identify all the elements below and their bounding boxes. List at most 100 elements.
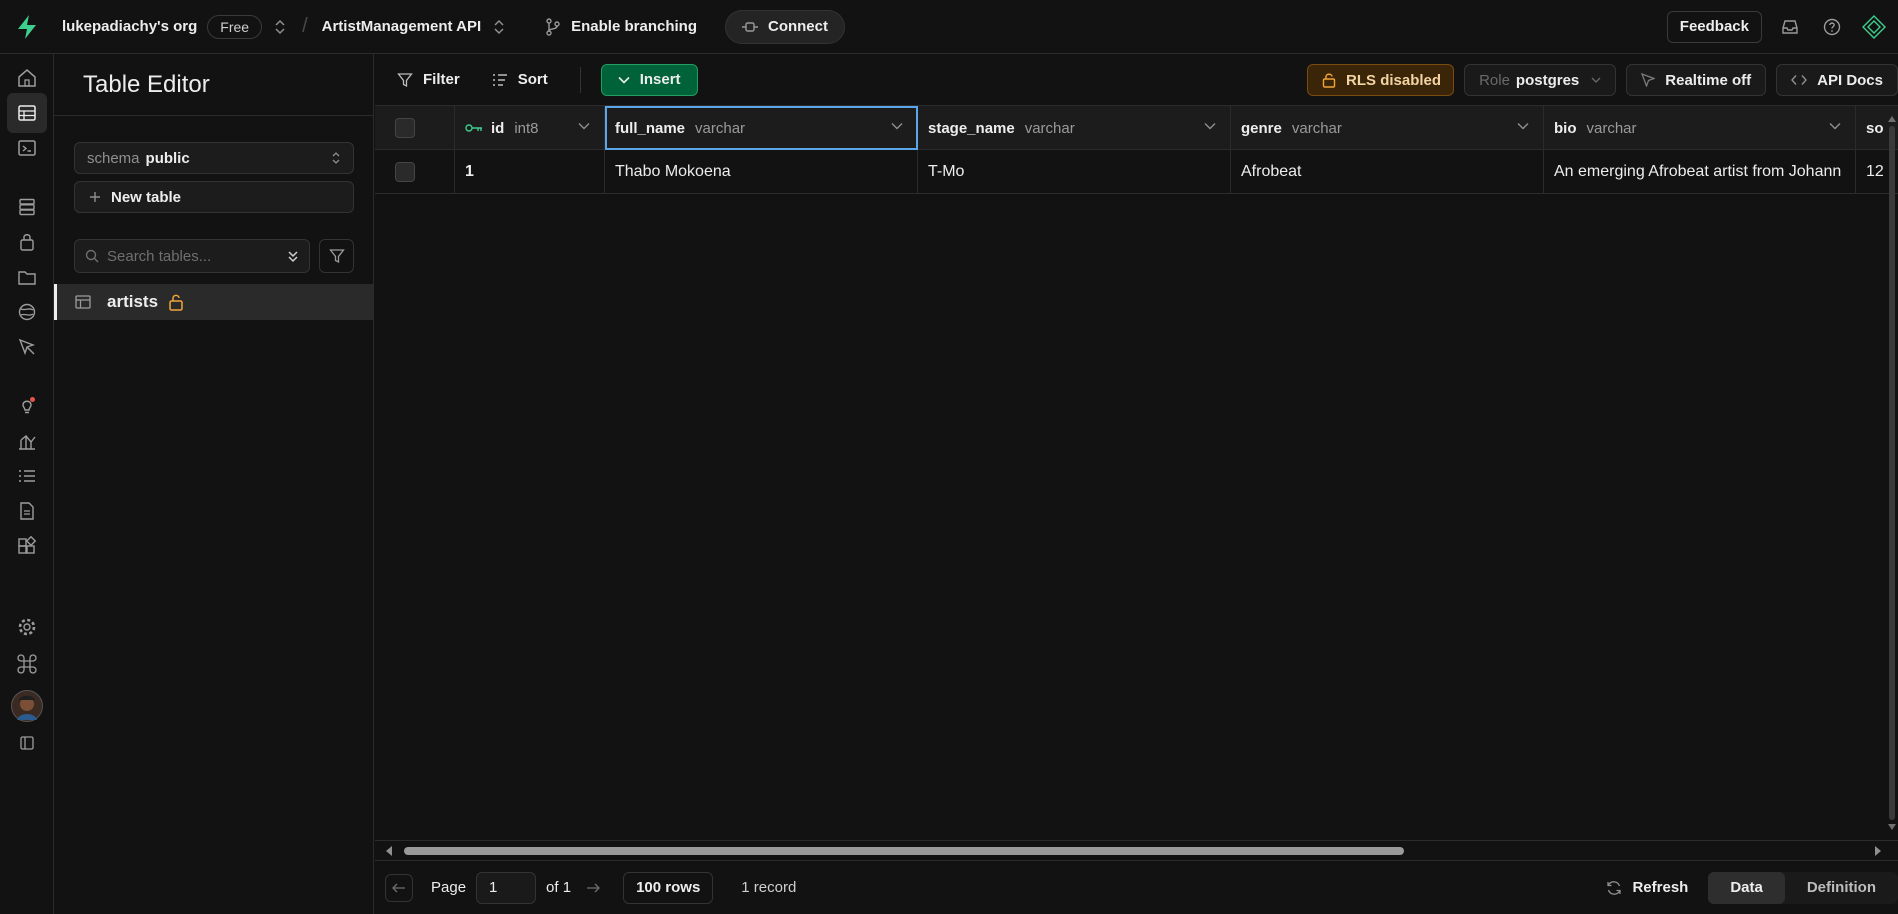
code-brackets-icon	[1791, 74, 1808, 86]
unlocked-icon	[168, 293, 184, 311]
new-table-button[interactable]: New table	[74, 181, 354, 213]
nav-rail	[0, 54, 54, 914]
feedback-button[interactable]: Feedback	[1666, 10, 1762, 43]
unlocked-icon	[1322, 72, 1336, 88]
page-number-input[interactable]: 1	[476, 871, 537, 904]
role-label: Role	[1479, 71, 1510, 89]
top-bar: lukepadiachy's org Free / ArtistManageme…	[0, 0, 1898, 54]
select-all-checkbox[interactable]	[395, 118, 415, 138]
column-header-bio[interactable]: bio varchar	[1544, 106, 1856, 150]
enable-branching-label: Enable branching	[571, 18, 697, 35]
search-tables-input[interactable]	[107, 247, 257, 265]
filter-button[interactable]: Filter	[397, 71, 460, 88]
table-view: Filter Sort Insert RLS disabled Role pos…	[375, 54, 1898, 914]
user-menu-icon[interactable]	[1860, 13, 1888, 41]
cell-stage-name[interactable]: T-Mo	[918, 150, 1231, 194]
chevron-down-icon[interactable]	[1517, 122, 1529, 130]
chevron-down-icon	[1591, 77, 1601, 83]
breadcrumb-separator: /	[302, 15, 308, 37]
arrow-left-icon	[392, 883, 406, 893]
column-type: int8	[514, 119, 539, 137]
row-checkbox[interactable]	[395, 162, 415, 182]
column-header-id[interactable]: id int8	[455, 106, 605, 150]
new-table-label: New table	[111, 188, 182, 206]
search-icon	[85, 249, 99, 263]
reports-icon[interactable]	[7, 421, 47, 461]
table-toolbar: Filter Sort Insert RLS disabled Role pos…	[375, 54, 1898, 106]
schema-label: schema	[87, 149, 140, 167]
column-header-stage-name[interactable]: stage_name varchar	[918, 106, 1231, 150]
cell-genre[interactable]: Afrobeat	[1231, 150, 1544, 194]
connect-button[interactable]: Connect	[724, 9, 845, 44]
chevron-down-icon[interactable]	[1204, 122, 1216, 130]
previous-page-button[interactable]	[385, 873, 413, 902]
api-docs-button[interactable]: API Docs	[1776, 64, 1898, 96]
api-docs-icon[interactable]	[7, 491, 47, 531]
help-icon[interactable]	[1818, 13, 1846, 41]
integrations-icon[interactable]	[7, 526, 47, 566]
home-icon[interactable]	[7, 58, 47, 98]
grid-header-row: id int8 full_name varchar stage_name var…	[375, 106, 1898, 150]
collapse-sidebar-icon[interactable]	[7, 723, 47, 763]
inbox-icon[interactable]	[1776, 13, 1804, 41]
column-type: varchar	[695, 119, 746, 137]
refresh-button[interactable]: Refresh	[1606, 879, 1688, 896]
database-icon[interactable]	[7, 187, 47, 227]
rls-disabled-button[interactable]: RLS disabled	[1307, 64, 1455, 96]
enable-branching-button[interactable]: Enable branching	[545, 17, 697, 36]
schema-selector[interactable]: schema public	[74, 142, 354, 174]
chevron-down-icon[interactable]	[1829, 122, 1841, 130]
cell-bio[interactable]: An emerging Afrobeat artist from Johann	[1544, 150, 1856, 194]
scroll-right-icon[interactable]	[1872, 845, 1884, 857]
record-count: 1 record	[741, 879, 797, 896]
command-menu-icon[interactable]	[7, 644, 47, 684]
avatar[interactable]	[7, 686, 47, 726]
connect-label: Connect	[767, 18, 828, 35]
horizontal-scrollbar[interactable]	[375, 840, 1898, 860]
filter-label: Filter	[423, 71, 460, 88]
logs-icon[interactable]	[7, 456, 47, 496]
vertical-scrollbar[interactable]	[1886, 106, 1898, 840]
table-filter-button[interactable]	[319, 239, 354, 273]
edge-functions-icon[interactable]	[7, 327, 47, 367]
column-name: genre	[1241, 119, 1282, 137]
project-name[interactable]: ArtistManagement API	[322, 18, 481, 35]
sort-button[interactable]: Sort	[492, 71, 548, 88]
table-name: artists	[107, 292, 159, 311]
insert-button[interactable]: Insert	[600, 63, 698, 96]
rows-per-page-selector[interactable]: 100 rows	[623, 871, 714, 904]
cell-id[interactable]: 1	[455, 150, 605, 194]
tab-data[interactable]: Data	[1708, 871, 1785, 904]
table-editor-icon[interactable]	[7, 93, 47, 133]
realtime-icon[interactable]	[7, 292, 47, 332]
data-grid: id int8 full_name varchar stage_name var…	[375, 106, 1898, 840]
horizontal-scroll-thumb[interactable]	[404, 847, 1404, 855]
supabase-logo-icon[interactable]	[0, 0, 54, 54]
column-header-genre[interactable]: genre varchar	[1231, 106, 1544, 150]
chevron-down-icon[interactable]	[891, 122, 903, 130]
org-name[interactable]: lukepadiachy's org	[62, 18, 197, 35]
realtime-toggle-button[interactable]: Realtime off	[1626, 64, 1767, 96]
sidebar-item-artists[interactable]: artists	[54, 284, 374, 320]
double-chevron-down-icon[interactable]	[287, 249, 299, 263]
tab-definition[interactable]: Definition	[1785, 872, 1898, 904]
column-header-full-name[interactable]: full_name varchar	[605, 106, 918, 150]
chevron-down-icon[interactable]	[578, 122, 590, 130]
page-label: Page	[431, 879, 467, 896]
next-page-button[interactable]	[579, 874, 607, 902]
sql-editor-icon[interactable]	[7, 128, 47, 168]
project-switcher-icon[interactable]	[493, 19, 505, 35]
cell-full-name[interactable]: Thabo Mokoena	[605, 150, 918, 194]
scroll-left-icon[interactable]	[383, 845, 395, 857]
table-row[interactable]: 1 Thabo Mokoena T-Mo Afrobeat An emergin…	[375, 150, 1898, 194]
org-switcher-icon[interactable]	[274, 19, 286, 35]
role-selector[interactable]: Role postgres	[1464, 64, 1617, 96]
storage-icon[interactable]	[7, 257, 47, 297]
advisors-icon[interactable]	[7, 386, 47, 426]
column-name: stage_name	[928, 119, 1015, 137]
arrow-right-icon	[586, 883, 600, 893]
settings-gear-icon[interactable]	[7, 607, 47, 647]
auth-icon[interactable]	[7, 222, 47, 262]
sort-lines-icon	[492, 73, 508, 87]
plug-icon	[741, 21, 758, 33]
